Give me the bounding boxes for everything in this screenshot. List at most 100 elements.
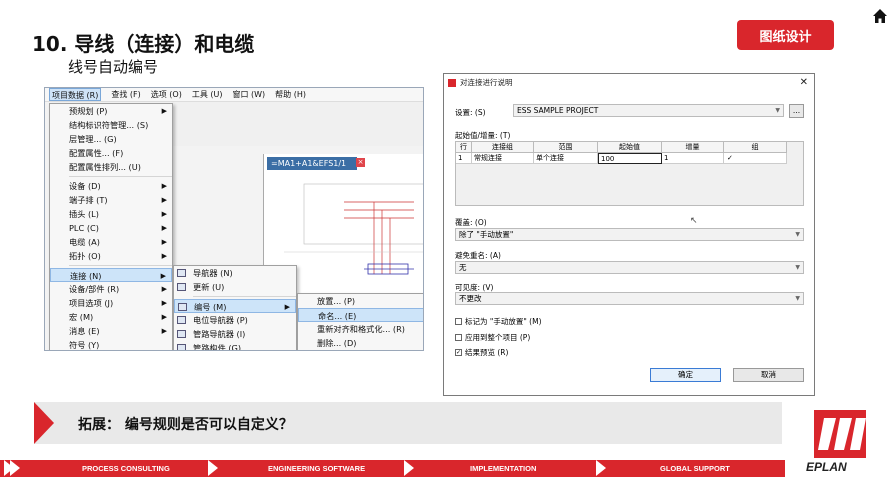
- menu-item[interactable]: 管路构件 (G): [174, 341, 296, 351]
- home-icon[interactable]: [872, 8, 888, 24]
- menu-item[interactable]: 导航器 (N): [174, 266, 296, 280]
- menu-separator: [69, 176, 172, 177]
- menu-item[interactable]: 电缆 (A) ▶: [50, 235, 172, 249]
- menu-item[interactable]: 符号 (Y): [50, 338, 172, 350]
- menu-item-label: 导航器 (N): [193, 268, 233, 278]
- manual-placement-checkbox[interactable]: [455, 318, 462, 325]
- menu-item[interactable]: 电位导航器 (P): [174, 313, 296, 327]
- numbering-submenu: 放置... (P) 命名... (E) 重新对齐和格式化... (R) 删除... (…: [297, 293, 423, 350]
- preview-checkbox[interactable]: ✓: [455, 349, 462, 356]
- banner-text: 拓展： 编号规则是否可以自定义？: [78, 417, 293, 433]
- table-cell[interactable]: 常规连接: [472, 153, 534, 164]
- menu-item-label: 放置... (P): [317, 296, 356, 306]
- start-value-cell[interactable]: 100: [598, 153, 662, 164]
- submenu-arrow-icon: ▶: [161, 196, 167, 204]
- menu-item[interactable]: 预规划 (P) ▶: [50, 104, 172, 118]
- page-title: 10. 导线（连接）和电缆: [32, 32, 255, 56]
- settings-label: 设置: (S): [455, 108, 486, 117]
- avoid-duplicates-select[interactable]: 无 ▼: [455, 261, 804, 274]
- menu-item-label: 管路导航器 (I): [193, 329, 246, 339]
- chevron-right-icon: [208, 460, 218, 476]
- menu-item-icon: [177, 330, 186, 338]
- menu-help[interactable]: 帮助 (H): [275, 88, 306, 101]
- avoid-duplicates-label: 避免重名: (A): [455, 251, 501, 260]
- menu-item[interactable]: 消息 (E) ▶: [50, 324, 172, 338]
- menu-item[interactable]: 层管理... (G): [50, 132, 172, 146]
- menu-item[interactable]: 配置属性排列... (U): [50, 160, 172, 174]
- menu-item[interactable]: 设备 (D) ▶: [50, 179, 172, 193]
- banner-arrow-icon: [34, 402, 54, 444]
- menu-item[interactable]: 结构标识符管理... (S): [50, 118, 172, 132]
- submenu-arrow-icon: ▶: [161, 252, 167, 260]
- group-checkbox[interactable]: ✓: [724, 153, 787, 164]
- menu-find[interactable]: 查找 (F): [111, 88, 140, 101]
- close-tab-icon[interactable]: ×: [356, 158, 365, 167]
- cancel-button[interactable]: 取消: [733, 368, 804, 382]
- menu-item-label: 符号 (Y): [69, 340, 100, 350]
- menu-item-label: 电位导航器 (P): [193, 315, 248, 325]
- ok-button[interactable]: 确定: [650, 368, 721, 382]
- footer-item: IMPLEMENTATION: [470, 464, 537, 473]
- overwrite-select[interactable]: 除了 "手动放置" ▼: [455, 228, 804, 241]
- menu-window[interactable]: 窗口 (W): [232, 88, 265, 101]
- table-cell: 1: [456, 153, 472, 164]
- menu-item[interactable]: 设备/部件 (R) ▶: [50, 282, 172, 296]
- menu-item[interactable]: 管路导航器 (I): [174, 327, 296, 341]
- menu-item-icon: [177, 316, 186, 324]
- menu-options[interactable]: 选项 (O): [151, 88, 182, 101]
- menu-tools[interactable]: 工具 (U): [192, 88, 223, 101]
- submenu-arrow-icon: ▶: [284, 303, 290, 311]
- menu-item-label: 配置属性... (F): [69, 148, 124, 158]
- table-header: 范围: [534, 142, 598, 153]
- preview-label: 结果预览 (R): [465, 348, 509, 357]
- avoid-duplicates-value: 无: [459, 263, 467, 272]
- page-subtitle: 线号自动编号: [68, 58, 159, 76]
- menu-item[interactable]: PLC (C) ▶: [50, 221, 172, 235]
- submenu-arrow-icon: ▶: [161, 210, 167, 218]
- apply-project-checkbox[interactable]: [455, 334, 462, 341]
- project-data-menu: 预规划 (P) ▶ 结构标识符管理... (S) 层管理... (G) 配置属性... …: [49, 103, 173, 350]
- menu-item[interactable]: 编号 (M) ▶: [174, 299, 296, 313]
- drawing-tab[interactable]: =MA1+A1&EFS1/1: [267, 157, 357, 170]
- chevron-down-icon: ▼: [795, 264, 800, 271]
- menu-item-label: 预规划 (P): [69, 106, 108, 116]
- table-cell[interactable]: 单个连接: [534, 153, 598, 164]
- menu-item[interactable]: 删除... (D): [298, 336, 423, 350]
- menu-item-label: 设备 (D): [69, 181, 101, 191]
- footer-item: GLOBAL SUPPORT: [660, 464, 730, 473]
- menu-item-label: 重新对齐和格式化... (R): [317, 324, 405, 334]
- menu-item[interactable]: 项目选项 (J) ▶: [50, 296, 172, 310]
- menu-item-label: 编号 (M): [194, 302, 227, 312]
- menu-item-label: 管路构件 (G): [193, 343, 242, 351]
- footer-item: PROCESS CONSULTING: [82, 464, 170, 473]
- menu-item[interactable]: 命名... (E): [298, 308, 423, 322]
- menu-item-icon: [177, 283, 186, 291]
- menu-item-icon: [177, 269, 186, 277]
- settings-select[interactable]: ESS SAMPLE PROJECT ▼: [513, 104, 784, 117]
- increment-cell[interactable]: 1: [662, 153, 724, 164]
- menu-item[interactable]: 插头 (L) ▶: [50, 207, 172, 221]
- start-increment-label: 起始值/增量: (T): [455, 131, 511, 140]
- dialog-titlebar: 对连接进行说明 ✕: [444, 74, 814, 92]
- menu-item[interactable]: 重新对齐和格式化... (R): [298, 322, 423, 336]
- chevron-right-icon: [10, 460, 20, 476]
- menu-item[interactable]: 拓扑 (O) ▶: [50, 249, 172, 263]
- menu-item[interactable]: 配置属性... (F): [50, 146, 172, 160]
- menu-project-data[interactable]: 项目数据 (R): [49, 88, 102, 101]
- menu-item-icon: [177, 344, 186, 350]
- footer-item: ENGINEERING SOFTWARE: [268, 464, 366, 473]
- menu-item[interactable]: 端子排 (T) ▶: [50, 193, 172, 207]
- settings-browse-button[interactable]: ...: [789, 104, 804, 118]
- close-icon[interactable]: ✕: [800, 74, 808, 92]
- menu-item[interactable]: 宏 (M) ▶: [50, 310, 172, 324]
- submenu-arrow-icon: ▶: [161, 299, 167, 307]
- menu-item-label: 消息 (E): [69, 326, 100, 336]
- menu-item[interactable]: 连接 (N) ▶: [50, 268, 172, 282]
- menu-item[interactable]: 放置... (P): [298, 294, 423, 308]
- visibility-select[interactable]: 不更改 ▼: [455, 292, 804, 305]
- manual-placement-label: 标记为 "手动放置" (M): [465, 317, 542, 326]
- menu-item[interactable]: 更新 (U): [174, 280, 296, 294]
- eplan-logo-text: EPLAN: [806, 460, 847, 474]
- menu-item-label: 结构标识符管理... (S): [69, 120, 149, 130]
- menu-item-label: 设备/部件 (R): [69, 284, 120, 294]
